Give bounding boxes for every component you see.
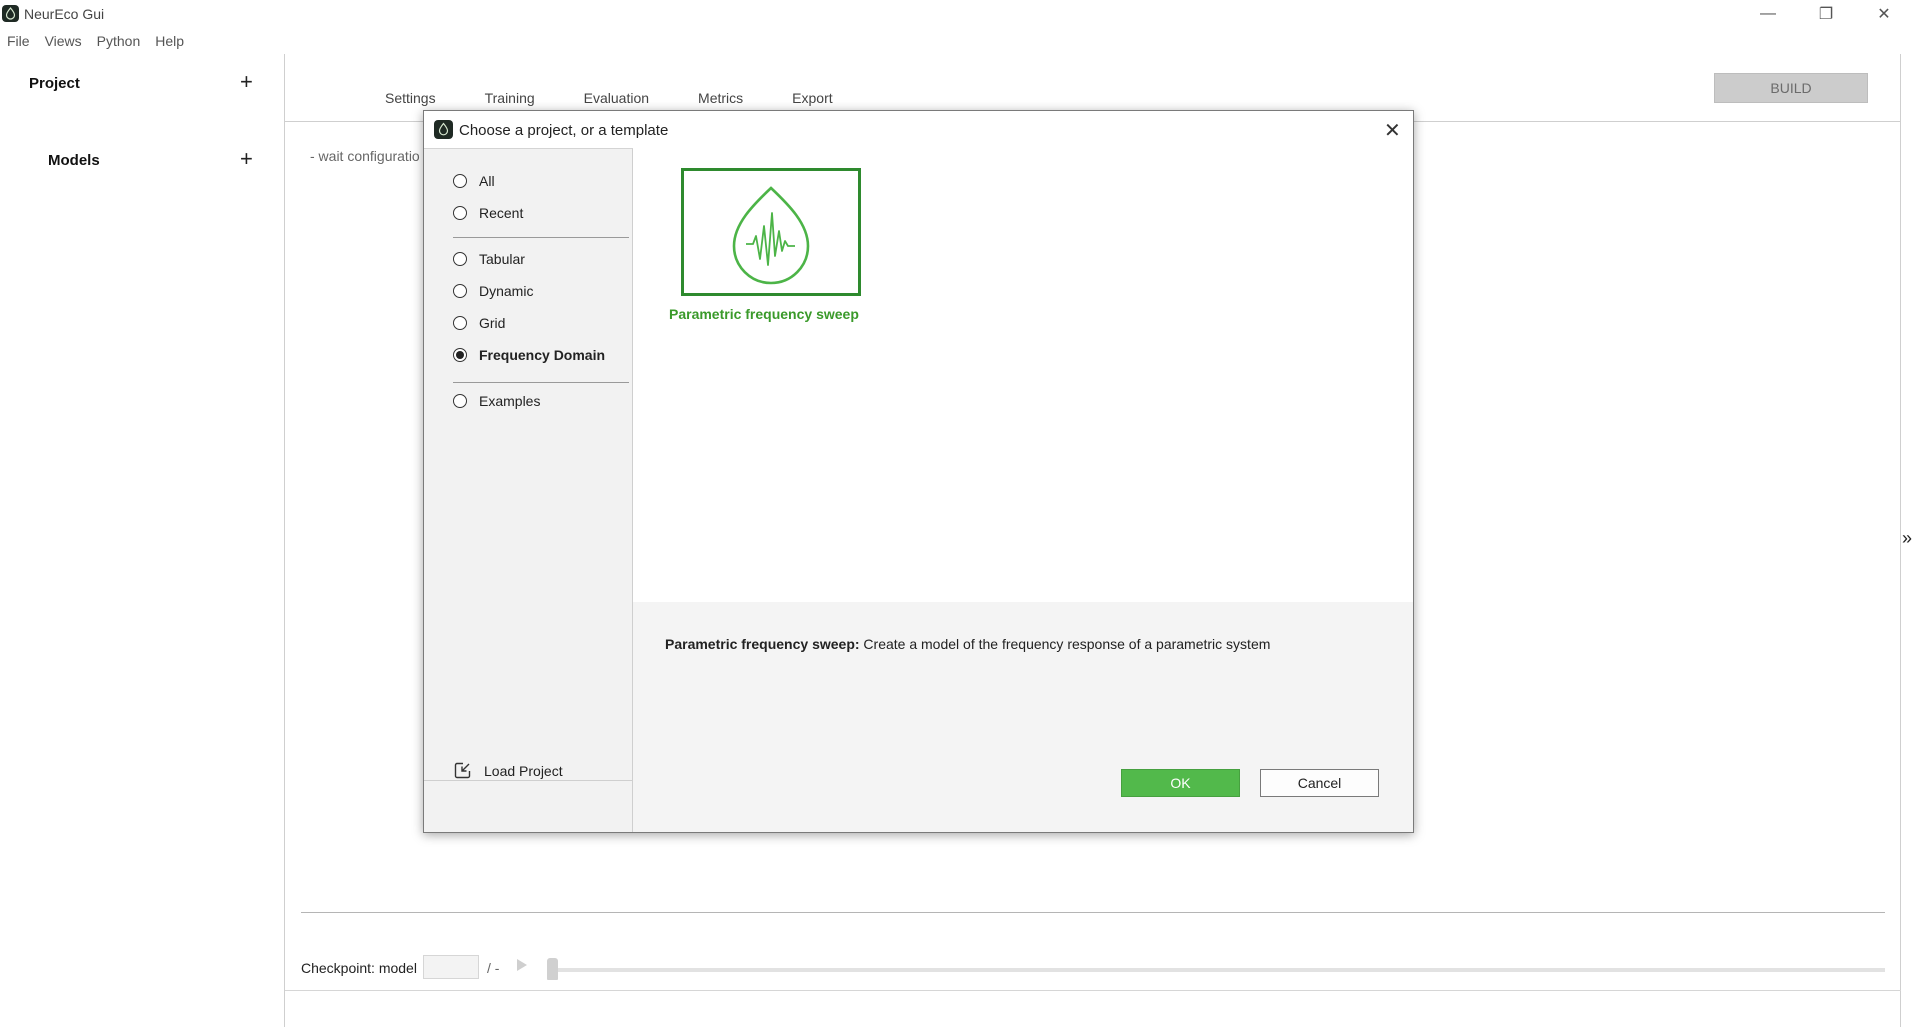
tab-training[interactable]: Training	[485, 90, 535, 106]
filter-label: Dynamic	[479, 283, 534, 299]
filter-label: Tabular	[479, 251, 525, 267]
tab-export[interactable]: Export	[792, 90, 832, 106]
filter-label: Grid	[479, 315, 506, 331]
filter-examples[interactable]: Examples	[453, 390, 540, 412]
dialog-title: Choose a project, or a template	[459, 122, 669, 139]
models-row: Models +	[0, 146, 284, 176]
checkpoint-slider-track[interactable]	[552, 968, 1885, 972]
description-name: Parametric frequency sweep:	[665, 636, 860, 652]
checkpoint-input[interactable]	[423, 955, 479, 979]
left-panel: Project + Models +	[0, 54, 285, 1027]
footer-divider	[285, 990, 1901, 991]
radio-button-selected[interactable]	[453, 348, 467, 362]
app-logo-icon	[2, 5, 19, 22]
app-title: NeurEco Gui	[24, 6, 105, 22]
add-model-icon[interactable]: +	[240, 146, 253, 172]
filter-divider	[453, 382, 629, 383]
menu-file[interactable]: File	[0, 31, 38, 53]
template-card[interactable]	[681, 168, 861, 296]
radio-button[interactable]	[453, 316, 467, 330]
ok-button[interactable]: OK	[1121, 769, 1240, 797]
waveform-drop-icon	[732, 186, 810, 285]
menu-python[interactable]: Python	[90, 31, 149, 53]
template-description: Parametric frequency sweep: Create a mod…	[665, 636, 1270, 652]
tab-metrics[interactable]: Metrics	[698, 90, 743, 106]
models-label: Models	[48, 152, 100, 169]
build-button[interactable]: BUILD	[1714, 73, 1868, 103]
radio-button[interactable]	[453, 394, 467, 408]
radio-button[interactable]	[453, 284, 467, 298]
filter-recent[interactable]: Recent	[453, 202, 523, 224]
filter-grid[interactable]: Grid	[453, 312, 505, 334]
load-divider	[424, 780, 632, 781]
dialog-logo-icon	[434, 120, 453, 139]
filter-tabular[interactable]: Tabular	[453, 248, 525, 270]
filter-label: Recent	[479, 205, 524, 221]
expand-panel-icon[interactable]: »	[1902, 528, 1912, 549]
filter-label: Frequency Domain	[479, 347, 606, 363]
menu-help[interactable]: Help	[148, 31, 192, 53]
filter-frequency-domain[interactable]: Frequency Domain	[453, 344, 605, 366]
checkpoint-slider-handle[interactable]	[547, 958, 558, 980]
description-text: Create a model of the frequency response…	[863, 636, 1271, 652]
checkpoint-total: / -	[487, 960, 500, 976]
title-bar: NeurEco Gui — ❐ ✕	[0, 0, 1917, 28]
radio-button[interactable]	[453, 252, 467, 266]
dialog-title-bar: Choose a project, or a template ✕	[424, 111, 1413, 148]
project-label: Project	[29, 75, 80, 92]
menu-views[interactable]: Views	[38, 31, 90, 53]
maximize-icon[interactable]: ❐	[1798, 0, 1854, 28]
filter-label: All	[479, 173, 495, 189]
tab-evaluation[interactable]: Evaluation	[584, 90, 649, 106]
main-tabs: Settings Training Evaluation Metrics Exp…	[385, 90, 882, 106]
status-text: - wait configuratio	[310, 148, 420, 164]
project-row: Project +	[0, 69, 284, 99]
cancel-button[interactable]: Cancel	[1260, 769, 1379, 797]
template-name[interactable]: Parametric frequency sweep	[669, 306, 869, 322]
dialog-filter-sidebar: All Recent Tabular Dynamic Grid Frequenc…	[424, 148, 633, 832]
play-icon[interactable]	[517, 959, 527, 971]
tab-settings[interactable]: Settings	[385, 90, 436, 106]
filter-all[interactable]: All	[453, 170, 495, 192]
load-project-icon	[454, 762, 471, 779]
filter-dynamic[interactable]: Dynamic	[453, 280, 533, 302]
dialog-close-icon[interactable]: ✕	[1384, 118, 1401, 143]
radio-button[interactable]	[453, 206, 467, 220]
right-panel-border	[1900, 54, 1901, 1027]
load-project-button[interactable]: Load Project	[453, 761, 563, 780]
add-project-icon[interactable]: +	[240, 69, 253, 95]
filter-divider	[453, 237, 629, 238]
radio-button[interactable]	[453, 174, 467, 188]
menu-bar: File Views Python Help	[0, 31, 192, 53]
load-project-label: Load Project	[484, 762, 563, 779]
checkpoint-divider	[301, 912, 1885, 913]
minimize-icon[interactable]: —	[1740, 0, 1796, 28]
close-window-icon[interactable]: ✕	[1856, 0, 1912, 28]
checkpoint-label: Checkpoint: model	[301, 960, 417, 976]
filter-label: Examples	[479, 393, 541, 409]
